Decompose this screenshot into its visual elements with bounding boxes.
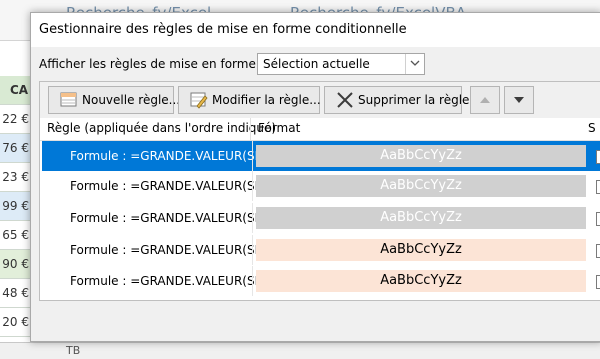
delete-rule-label: Supprimer la règle — [358, 93, 470, 107]
sheet-bottom-text: TB — [66, 344, 81, 357]
format-preview: AaBbCcYyZz — [256, 270, 586, 292]
format-preview: AaBbCcYyZz — [256, 175, 586, 197]
new-rule-label: Nouvelle règle... — [82, 93, 181, 107]
triangle-up-icon — [480, 97, 490, 103]
rules-column-header: Règle (appliquée dans l'ordre indiqué) F… — [40, 118, 600, 141]
rule-formula: Formule : =GRANDE.VALEUR(SI(... — [70, 179, 275, 193]
delete-rule-button[interactable]: Supprimer la règle — [324, 86, 469, 114]
sheet-cell[interactable]: 90 € — [0, 250, 32, 279]
sheet-cell[interactable]: 22 € — [0, 105, 32, 134]
rule-row[interactable]: Formule : =GRANDE.VALEUR(SI(... AaBbCcYy… — [42, 266, 600, 296]
edit-rule-label: Modifier la règle... — [212, 93, 321, 107]
sheet-cell[interactable]: 99 € — [0, 192, 32, 221]
rules-panel: Nouvelle règle... Modifier la règle... S… — [39, 81, 600, 301]
sheet-bottom-strip: TB — [0, 342, 600, 359]
applies-to-field[interactable] — [596, 150, 600, 164]
ca-column: CA 22 € 76 € 23 € 99 € 65 € 90 € 48 € 20… — [0, 76, 32, 337]
column-header-applies-to[interactable]: S — [588, 121, 596, 135]
column-divider — [250, 118, 251, 140]
row-divider — [252, 266, 253, 296]
chevron-down-icon — [410, 60, 420, 66]
show-rules-select[interactable]: Sélection actuelle — [257, 53, 425, 75]
triangle-down-icon — [514, 97, 524, 103]
move-down-button[interactable] — [504, 86, 534, 114]
show-rules-value: Sélection actuelle — [263, 57, 370, 71]
dropdown-arrow[interactable] — [405, 54, 424, 74]
rule-row[interactable]: Formule : =GRANDE.VALEUR(SI(... AaBbCcYy… — [42, 235, 600, 265]
sheet-cell[interactable]: 48 € — [0, 279, 32, 308]
move-up-button[interactable] — [470, 86, 500, 114]
format-preview: AaBbCcYyZz — [256, 239, 586, 261]
rule-row[interactable]: Formule : =GRANDE.VALEUR(SI(... AaBbCcYy… — [42, 171, 600, 201]
column-header-format[interactable]: Format — [258, 121, 300, 135]
sheet-cell[interactable]: 20 € — [0, 308, 32, 337]
applies-to-field[interactable] — [596, 212, 600, 226]
rule-formula: Formule : =GRANDE.VALEUR(SI(... — [70, 149, 275, 163]
rule-row[interactable]: Formule : =GRANDE.VALEUR(SI(... AaBbCcYy… — [42, 203, 600, 233]
edit-rule-icon — [189, 91, 209, 109]
sheet-cell[interactable]: 23 € — [0, 163, 32, 192]
column-header-rule[interactable]: Règle (appliquée dans l'ordre indiqué) — [47, 121, 276, 135]
new-rule-icon — [59, 91, 79, 109]
rule-formula: Formule : =GRANDE.VALEUR(SI(... — [70, 274, 275, 288]
applies-to-field[interactable] — [596, 275, 600, 289]
conditional-formatting-dialog: Gestionnaire des règles de mise en forme… — [30, 12, 600, 342]
rule-formula: Formule : =GRANDE.VALEUR(SI(... — [70, 243, 275, 257]
row-divider — [252, 171, 253, 201]
row-divider — [252, 141, 253, 171]
new-rule-button[interactable]: Nouvelle règle... — [48, 86, 180, 114]
rule-formula: Formule : =GRANDE.VALEUR(SI(... — [70, 211, 275, 225]
dialog-title: Gestionnaire des règles de mise en forme… — [39, 22, 407, 37]
edit-rule-button[interactable]: Modifier la règle... — [178, 86, 321, 114]
sheet-cell[interactable]: 76 € — [0, 134, 32, 163]
row-divider — [252, 235, 253, 265]
sheet-cell[interactable]: 65 € — [0, 221, 32, 250]
applies-to-field[interactable] — [596, 244, 600, 258]
delete-x-icon — [335, 91, 355, 109]
format-preview: AaBbCcYyZz — [256, 207, 586, 229]
row-divider — [252, 203, 253, 233]
column-header-ca[interactable]: CA — [0, 76, 32, 105]
format-preview: AaBbCcYyZz — [256, 145, 586, 167]
rules-toolbar: Nouvelle règle... Modifier la règle... S… — [40, 82, 600, 118]
dialog-titlebar[interactable]: Gestionnaire des règles de mise en forme… — [31, 13, 600, 47]
applies-to-field[interactable] — [596, 180, 600, 194]
rule-row[interactable]: Formule : =GRANDE.VALEUR(SI(... AaBbCcYy… — [42, 141, 600, 171]
